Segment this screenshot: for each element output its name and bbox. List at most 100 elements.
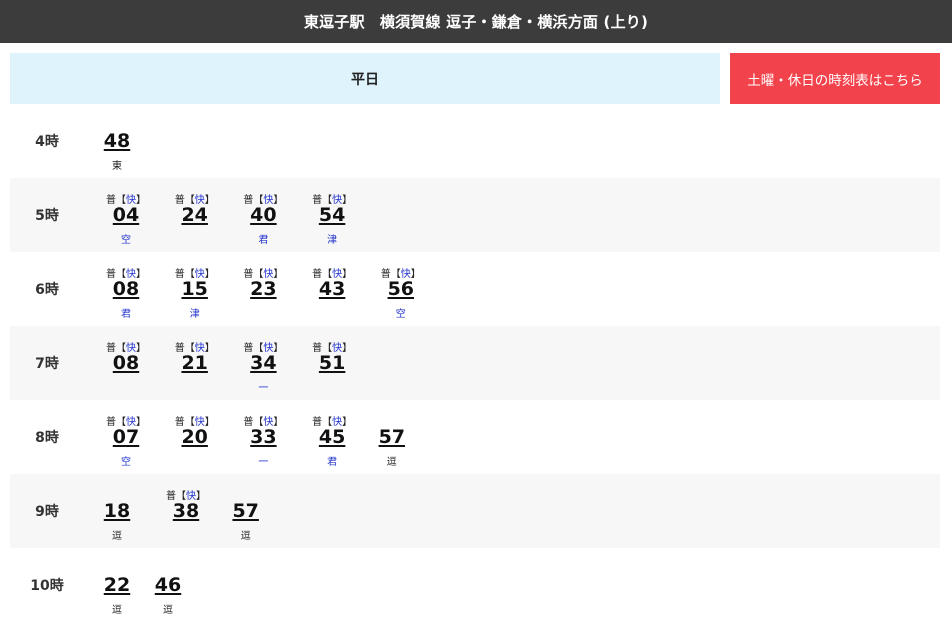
- train-entry: 普【快】 43: [298, 252, 366, 326]
- destination-label: 逗: [112, 531, 122, 542]
- departure-minute: 24: [161, 205, 229, 225]
- train-entry: 普【快】 51: [298, 326, 366, 400]
- hour-row: 9時 18 逗 普【快】 38 57 逗: [10, 474, 940, 548]
- hour-row: 5時 普【快】 04 空普【快】 24 普【快】 40 君普【快】 54 津: [10, 178, 940, 252]
- destination-label: 津: [327, 235, 338, 246]
- departure-minute-link[interactable]: 24: [181, 204, 207, 226]
- departure-minute: 57: [212, 501, 280, 521]
- departure-minute-link[interactable]: 46: [155, 574, 181, 596]
- hour-label: 6時: [35, 282, 59, 298]
- hour-row: 10時 22 逗 46 逗: [10, 548, 940, 622]
- tab-holiday-label: 土曜・休日の時刻表はこちら: [747, 72, 923, 89]
- train-entry: 18 逗: [83, 474, 151, 548]
- departure-minute-link[interactable]: 48: [104, 130, 130, 152]
- departure-minute-link[interactable]: 23: [250, 278, 276, 300]
- departure-minute: 08: [92, 279, 160, 299]
- destination-label: 空: [121, 235, 131, 246]
- destination-label: 君: [258, 235, 269, 246]
- departure-minute-link[interactable]: 57: [379, 426, 405, 448]
- destination-label: 一: [258, 457, 269, 468]
- train-entry: 57 逗: [358, 400, 426, 474]
- departure-minute-link[interactable]: 56: [388, 278, 414, 300]
- train-entry: 普【快】 45 君: [298, 400, 366, 474]
- destination-label: 逗: [163, 605, 173, 616]
- destination-label: 東: [112, 161, 122, 172]
- train-entry: 57 逗: [212, 474, 280, 548]
- train-entry: 普【快】 04 空: [92, 178, 160, 252]
- train-entry: 普【快】 34 一: [229, 326, 297, 400]
- departure-minute-link[interactable]: 07: [113, 426, 139, 448]
- train-entry: 普【快】 07 空: [92, 400, 160, 474]
- departure-minute: 43: [298, 279, 366, 299]
- departure-minute-link[interactable]: 08: [113, 278, 139, 300]
- departure-minute-link[interactable]: 33: [250, 426, 276, 448]
- hour-label: 7時: [35, 356, 59, 372]
- train-entry: 46 逗: [134, 548, 202, 622]
- destination-label: 逗: [240, 531, 251, 542]
- train-entry: 48 東: [83, 104, 151, 178]
- departure-minute-link[interactable]: 15: [181, 278, 207, 300]
- departure-minute: 51: [298, 353, 366, 373]
- departure-minute: 46: [134, 575, 202, 595]
- hour-label: 9時: [35, 504, 59, 520]
- departure-minute: 33: [229, 427, 297, 447]
- train-entry: 普【快】 33 一: [229, 400, 297, 474]
- departure-minute-link[interactable]: 38: [173, 500, 199, 522]
- departure-minute-link[interactable]: 34: [250, 352, 276, 374]
- train-entry: 普【快】 21: [161, 326, 229, 400]
- train-entry: 普【快】 08: [92, 326, 160, 400]
- day-tabs: 平日 土曜・休日の時刻表はこちら: [10, 53, 940, 104]
- departure-minute-link[interactable]: 20: [181, 426, 207, 448]
- departure-minute-link[interactable]: 04: [113, 204, 139, 226]
- train-entry: 普【快】 54 津: [298, 178, 366, 252]
- hour-row: 6時 普【快】 08 君普【快】 15 津普【快】 23 普【快】 43 普【快】 56 空: [10, 252, 940, 326]
- departure-minute: 07: [92, 427, 160, 447]
- train-entry: 普【快】 23: [229, 252, 297, 326]
- departure-minute-link[interactable]: 45: [319, 426, 345, 448]
- destination-label: 一: [258, 383, 269, 394]
- tab-weekday[interactable]: 平日: [10, 53, 720, 104]
- departure-minute: 45: [298, 427, 366, 447]
- hour-row: 7時 普【快】 08 普【快】 21 普【快】 34 一普【快】 51: [10, 326, 940, 400]
- hour-label: 4時: [35, 134, 59, 150]
- tab-weekday-label: 平日: [351, 71, 379, 88]
- departure-minute: 54: [298, 205, 366, 225]
- destination-label: 津: [189, 309, 200, 320]
- destination-label: 君: [121, 309, 131, 320]
- departure-minute: 15: [161, 279, 229, 299]
- destination-label: 空: [395, 309, 406, 320]
- hour-row: 8時 普【快】 07 空普【快】 20 普【快】 33 一普【快】 45 君 57 逗: [10, 400, 940, 474]
- departure-minute-link[interactable]: 54: [319, 204, 345, 226]
- destination-label: 逗: [386, 457, 397, 468]
- departure-minute: 08: [92, 353, 160, 373]
- train-entry: 普【快】 40 君: [229, 178, 297, 252]
- train-entry: 普【快】 24: [161, 178, 229, 252]
- page-title-text: 東逗子駅 横須賀線 逗子・鎌倉・横浜方面 (上り): [303, 13, 649, 31]
- departure-minute: 48: [83, 131, 151, 151]
- page-title: 東逗子駅 横須賀線 逗子・鎌倉・横浜方面 (上り): [0, 0, 952, 43]
- train-entry: 普【快】 38: [152, 474, 220, 548]
- departure-minute-link[interactable]: 43: [319, 278, 345, 300]
- departure-minute: 23: [229, 279, 297, 299]
- departure-minute: 56: [367, 279, 435, 299]
- hour-label: 5時: [35, 208, 59, 224]
- departure-minute: 34: [229, 353, 297, 373]
- departure-minute-link[interactable]: 21: [181, 352, 207, 374]
- departure-minute-link[interactable]: 51: [319, 352, 345, 374]
- departure-minute-link[interactable]: 40: [250, 204, 276, 226]
- train-entry: 普【快】 15 津: [161, 252, 229, 326]
- timetable: 4時 48 東 5時 普【快】 04 空普【快】 24 普【快】 40 君普【快】 54 津 6時 普【快】…: [10, 104, 940, 622]
- departure-minute-link[interactable]: 22: [104, 574, 130, 596]
- departure-minute: 21: [161, 353, 229, 373]
- departure-minute: 18: [83, 501, 151, 521]
- destination-label: 君: [327, 457, 338, 468]
- departure-minute-link[interactable]: 18: [104, 500, 130, 522]
- departure-minute-link[interactable]: 08: [113, 352, 139, 374]
- departure-minute: 57: [358, 427, 426, 447]
- hour-row: 4時 48 東: [10, 104, 940, 178]
- departure-minute: 40: [229, 205, 297, 225]
- tab-holiday-button[interactable]: 土曜・休日の時刻表はこちら: [730, 53, 940, 104]
- departure-minute: 04: [92, 205, 160, 225]
- departure-minute: 20: [161, 427, 229, 447]
- departure-minute-link[interactable]: 57: [232, 500, 258, 522]
